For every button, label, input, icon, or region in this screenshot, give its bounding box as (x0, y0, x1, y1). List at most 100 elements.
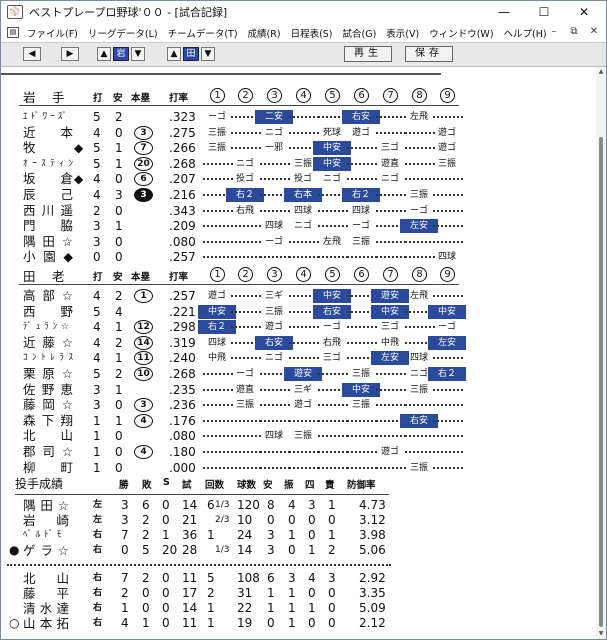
batter-row: 佐野恵 3 1.235 遊直 三ギ 中安 三振 (1, 382, 596, 398)
mdi-close-icon[interactable]: ✕ (587, 25, 601, 39)
at-bat-result: 三振 (293, 431, 312, 442)
inning-header-team1-4: 4 (296, 88, 311, 103)
at-bat-result: 右安 (255, 335, 293, 350)
at-bat-result: 三振 (264, 306, 283, 317)
inning-header-team2-7: 7 (383, 267, 398, 282)
empty-inning-dots (231, 419, 261, 422)
at-bats: 5 (93, 156, 101, 171)
at-bat-result: 一邪 (264, 143, 283, 154)
empty-inning-dots (260, 466, 290, 469)
menu-records[interactable]: 成績(R) (243, 26, 286, 40)
batter-name: ｴﾄﾞﾜｰｽﾞ (23, 112, 70, 122)
empty-inning-dots (203, 435, 233, 438)
hits: 0 (115, 429, 123, 444)
empty-inning-dots (260, 419, 290, 422)
team2-down-icon[interactable]: ▼ (201, 47, 215, 61)
hits: 2 (115, 335, 123, 350)
minimize-button[interactable]: — (484, 1, 524, 23)
empty-inning-dots (376, 404, 406, 407)
mdi-minimize-icon[interactable]: – (547, 25, 561, 39)
menu-help[interactable]: ヘルプ(H) (499, 26, 552, 40)
mdi-restore-icon[interactable]: ⧉ (567, 25, 581, 39)
menu-schedule[interactable]: 日程表(S) (286, 26, 338, 40)
team1-up-icon[interactable]: ▲ (97, 47, 111, 61)
hits: 3 (115, 188, 123, 202)
scroll-up-icon[interactable]: ▲ (596, 67, 606, 77)
at-bat-result: 右安 (313, 304, 351, 319)
menu-file[interactable]: ファイル(F) (22, 26, 83, 40)
at-bat-result: 三振 (351, 369, 370, 379)
inning-header-team1-6: 6 (354, 88, 369, 103)
scroll-down-icon[interactable]: ▼ (596, 629, 606, 639)
at-bat-result: 中安 (342, 382, 380, 397)
menu-view[interactable]: 表示(V) (381, 26, 424, 40)
pitcher-bb: 1 (308, 543, 316, 557)
next-arrow-icon[interactable]: ▶ (61, 47, 79, 61)
column-header-team1-1: 安 (113, 93, 123, 104)
hits: 1 (115, 382, 123, 397)
batter-name: 坂倉 (23, 171, 73, 187)
hits: 0 (115, 234, 123, 249)
menu-league-data[interactable]: リーグデータ(L) (83, 26, 163, 40)
pitcher-s: 0 (162, 616, 170, 630)
empty-inning-dots (203, 466, 233, 469)
menu-team-data[interactable]: チームデータ(T) (163, 26, 243, 40)
batting-average: .266 (169, 141, 196, 156)
scroll-thumb[interactable] (599, 137, 603, 627)
vertical-scrollbar[interactable]: ▲ ▼ (596, 67, 606, 639)
at-bats: 2 (93, 203, 101, 218)
pitcher-w: 4 (121, 616, 129, 630)
empty-inning-dots (347, 435, 377, 438)
replay-button[interactable]: 再生 (344, 46, 392, 62)
maximize-button[interactable]: ☐ (524, 1, 564, 23)
document-icon[interactable]: ▤ (7, 27, 19, 38)
batting-average: .343 (169, 203, 196, 218)
batting-average: .216 (169, 188, 196, 202)
batting-average: .268 (169, 156, 196, 171)
home-runs: 6 (134, 172, 153, 187)
hits: 4 (115, 304, 123, 319)
at-bat-result: 中安 (313, 141, 351, 156)
pitcher-k: 1 (288, 616, 296, 630)
pitcher-np: 14 (237, 543, 253, 557)
at-bat-result: ニゴ (322, 174, 341, 185)
empty-inning-dots (433, 240, 463, 243)
batter-name: 栗原☆ (23, 366, 73, 381)
empty-inning-dots (203, 256, 233, 259)
pitcher-h: 3 (267, 543, 275, 557)
batter-name: 北 山 (23, 428, 73, 444)
pitching-title: 投手成績 (15, 477, 64, 491)
batting-average: .319 (169, 335, 196, 350)
empty-inning-dots (203, 451, 233, 453)
hits: 1 (115, 351, 123, 366)
pitcher-np: 19 (237, 616, 253, 630)
save-button[interactable]: 保存 (405, 46, 453, 62)
menu-window[interactable]: ウィンドウ(W) (424, 26, 498, 40)
menu-game[interactable]: 試合(G) (338, 26, 382, 40)
batter-row: 森下翔 1 1 4.176 右安 (1, 413, 596, 429)
batter-name: 柳 町 (23, 459, 73, 475)
empty-inning-dots (376, 240, 406, 243)
team1-down-icon[interactable]: ▼ (131, 47, 145, 61)
empty-inning-dots (318, 435, 348, 438)
close-button[interactable]: ✕ (564, 1, 604, 23)
pitching-column-3: 試 (182, 480, 192, 491)
hits: 0 (115, 172, 123, 187)
at-bat-result: 遊直 (380, 158, 399, 169)
batting-average: .000 (169, 460, 196, 475)
empty-inning-dots (433, 295, 463, 297)
at-bat-result: 遊直 (235, 384, 254, 395)
at-bat-result: ーゴ (264, 236, 283, 247)
team1-toggle[interactable]: 岩 (113, 47, 129, 61)
game-record-content: 岩 手打安本塁 打率 1 2 3 4 5 6 7 8 9 ｴﾄﾞﾜｰｽﾞ 5 2.323 ーゴ 二安 右安 左飛近… (1, 67, 596, 639)
team2-up-icon[interactable]: ▲ (167, 47, 181, 61)
empty-inning-dots (347, 466, 377, 469)
batter-row: ｺﾝﾄﾚﾗｽ 4 1 11.240 中飛 ニゴ 三ゴ 左安 四球 (1, 350, 596, 366)
team2-toggle[interactable]: 田 (183, 47, 199, 61)
header-rule-team1 (19, 105, 459, 106)
batter-row: 西 野 5 4.221 中安 三振 右安 中安 中安 (1, 304, 596, 320)
home-runs: 1 (134, 289, 153, 303)
batting-average: .240 (169, 351, 196, 366)
prev-arrow-icon[interactable]: ◀ (23, 47, 41, 61)
batting-average: .275 (169, 125, 196, 140)
